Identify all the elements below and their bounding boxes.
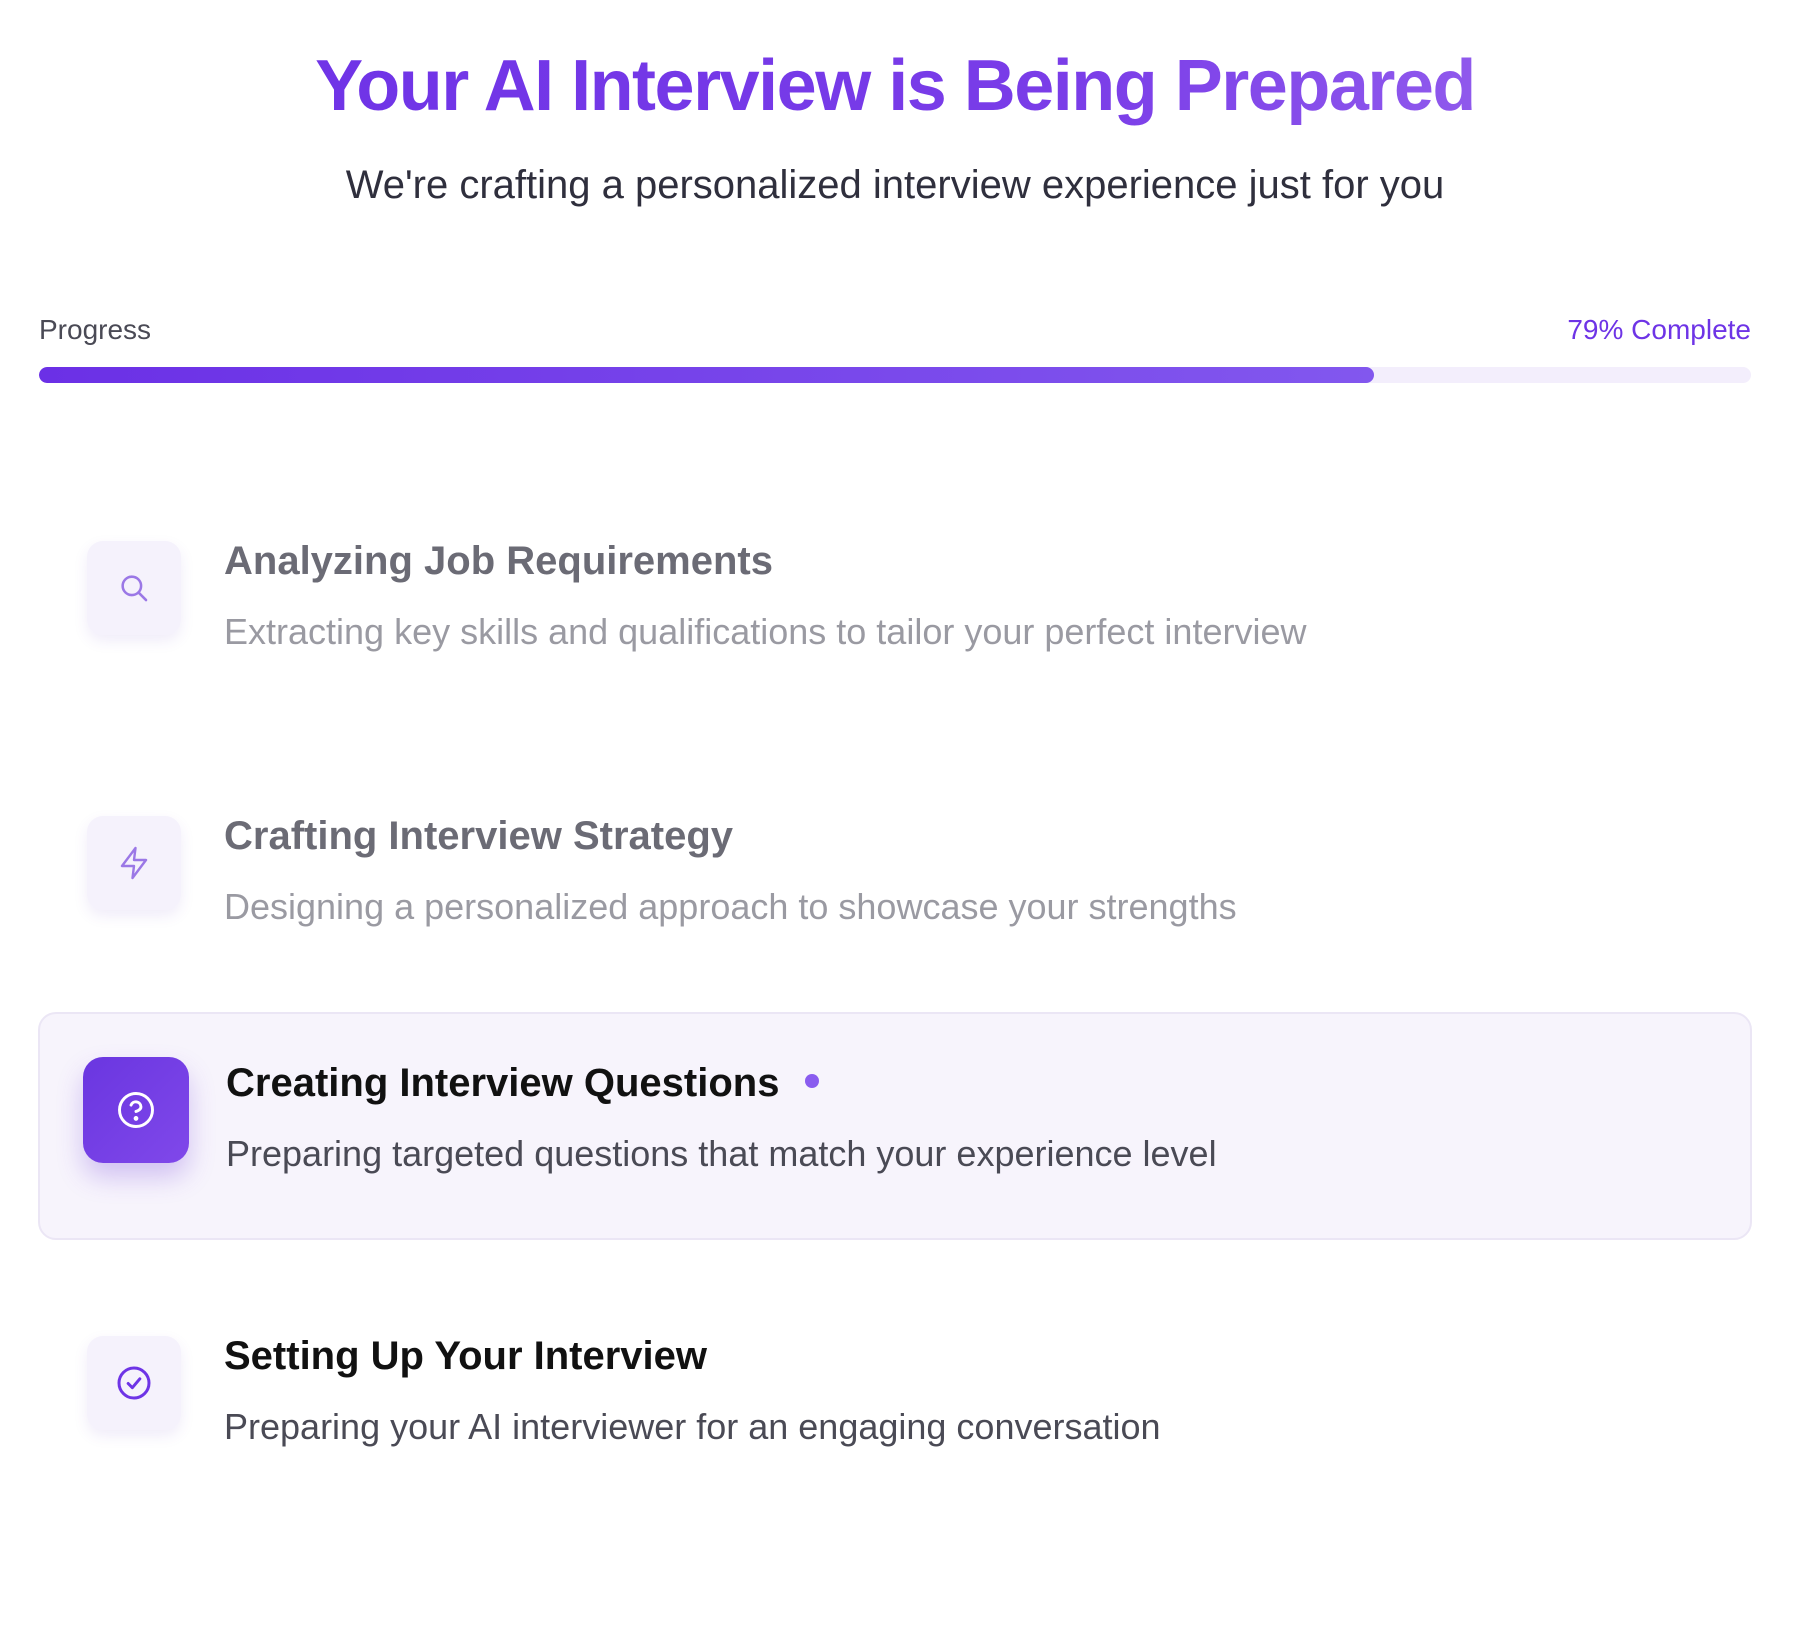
step-description: Preparing your AI interviewer for an eng… (224, 1406, 1161, 1447)
search-icon (87, 541, 181, 635)
progress-bar (39, 367, 1751, 383)
progress-bar-fill (39, 367, 1375, 383)
question-circle-icon (83, 1057, 189, 1163)
step-title: Crafting Interview Strategy (224, 814, 734, 858)
step-analyzing-job-requirements: Analyzing Job Requirements Extracting ke… (38, 492, 1752, 720)
page-subtitle: We're crafting a personalized interview … (345, 163, 1445, 207)
step-title: Setting Up Your Interview (224, 1334, 708, 1378)
step-description: Preparing targeted questions that match … (226, 1133, 1217, 1174)
progress-percent: 79% Complete (1567, 314, 1751, 345)
step-description: Designing a personalized approach to sho… (224, 886, 1237, 927)
lightning-icon (87, 816, 181, 910)
check-circle-icon (87, 1336, 181, 1430)
step-crafting-interview-strategy: Crafting Interview Strategy Designing a … (38, 767, 1752, 995)
step-title: Analyzing Job Requirements (224, 539, 773, 583)
step-setting-up-interview: Setting Up Your Interview Preparing your… (38, 1287, 1752, 1515)
step-creating-interview-questions: Creating Interview Questions Preparing t… (38, 1012, 1752, 1240)
progress-label: Progress (39, 314, 152, 345)
page-title: Your AI Interview is Being Prepared (0, 42, 1790, 130)
step-title: Creating Interview Questions (226, 1058, 820, 1108)
step-description: Extracting key skills and qualifications… (224, 611, 1307, 652)
active-indicator-dot (805, 1074, 820, 1089)
